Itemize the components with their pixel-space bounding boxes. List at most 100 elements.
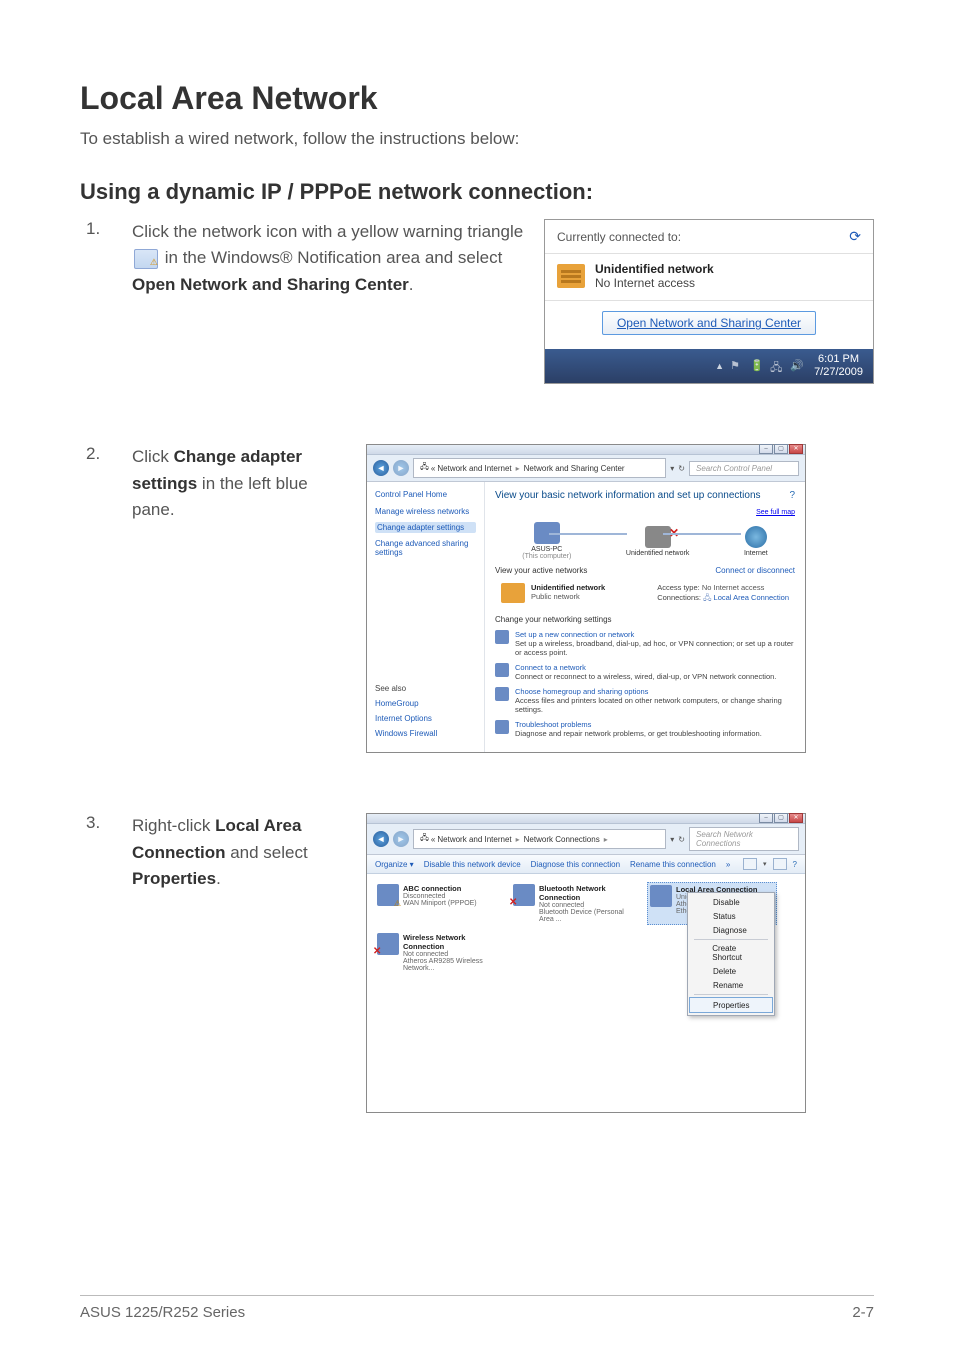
flyout-header: Currently connected to: ⟳ — [545, 220, 873, 254]
map-node-internet: Internet — [744, 526, 768, 557]
help-icon[interactable]: ? — [789, 490, 795, 501]
change-advanced-sharing-link[interactable]: Change advanced sharing settings — [375, 539, 476, 557]
forward-button[interactable]: ► — [393, 460, 409, 476]
menu-create-shortcut[interactable]: Create Shortcut — [690, 942, 772, 964]
chevron-right-icon: ▸ — [516, 835, 520, 844]
step-2-text: Click Change adapter settings in the lef… — [132, 444, 352, 523]
search-input[interactable]: Search Network Connections — [689, 827, 799, 851]
flag-icon[interactable]: ⚑ — [730, 359, 744, 373]
main-pane: View your basic network information and … — [485, 482, 805, 752]
delete-icon — [698, 966, 708, 976]
see-full-map-link[interactable]: See full map — [756, 509, 795, 516]
close-button[interactable]: ✕ — [789, 444, 803, 454]
setup-connection-link[interactable]: Set up a new connection or networkSet up… — [495, 630, 795, 657]
window-titlebar: – ▢ ✕ — [367, 814, 805, 824]
window-titlebar: – ▢ ✕ — [367, 445, 805, 455]
map-node-pc: ASUS-PC (This computer) — [522, 522, 571, 560]
step-number: 2. — [80, 444, 112, 464]
network-icon: 🖧 — [420, 832, 429, 846]
preview-icon[interactable] — [773, 858, 787, 870]
connection-abc[interactable]: ⚠ ABC connectionDisconnectedWAN Miniport… — [375, 882, 505, 925]
menu-diagnose[interactable]: Diagnose — [690, 923, 772, 937]
rename-button[interactable]: Rename this connection — [630, 860, 716, 869]
open-network-sharing-link[interactable]: Open Network and Sharing Center — [602, 311, 816, 335]
homegroup-icon — [495, 687, 509, 701]
page-title: Local Area Network — [80, 80, 874, 117]
disable-device-button[interactable]: Disable this network device — [424, 860, 521, 869]
network-map: ✕ ASUS-PC (This computer) Unidentified n… — [495, 522, 795, 560]
menu-separator — [694, 939, 768, 940]
power-icon[interactable]: 🔋 — [750, 359, 764, 373]
footer-product: ASUS 1225/R252 Series — [80, 1304, 245, 1321]
globe-icon — [745, 526, 767, 548]
minimize-button[interactable]: – — [759, 444, 773, 454]
volume-icon[interactable]: 🔊 — [790, 359, 804, 373]
internet-options-link[interactable]: Internet Options — [375, 714, 476, 723]
back-button[interactable]: ◄ — [373, 831, 389, 847]
address-bar-row: ◄ ► 🖧 « Network and Internet ▸ Network a… — [367, 455, 805, 482]
step-1-text: Click the network icon with a yellow war… — [132, 219, 530, 298]
network-flyout-screenshot: Currently connected to: ⟳ Unidentified n… — [544, 219, 874, 384]
tray-arrow-icon[interactable]: ▲ — [715, 361, 724, 371]
step-3-text: Right-click Local Area Connection and se… — [132, 813, 352, 892]
connect-disconnect-link[interactable]: Connect or disconnect — [715, 566, 795, 575]
menu-properties[interactable]: Properties — [689, 997, 773, 1013]
maximize-button[interactable]: ▢ — [774, 813, 788, 823]
connection-icon: ⚠ — [377, 884, 399, 906]
connection-icon — [650, 885, 672, 907]
menu-status[interactable]: Status — [690, 909, 772, 923]
connect-network-link[interactable]: Connect to a networkConnect or reconnect… — [495, 663, 795, 681]
forward-button[interactable]: ► — [393, 831, 409, 847]
network-node-icon — [645, 526, 671, 548]
map-node-unidentified: Unidentified network — [626, 526, 689, 557]
windows-firewall-link[interactable]: Windows Firewall — [375, 729, 476, 738]
connection-bluetooth[interactable]: ✕ Bluetooth Network ConnectionNot connec… — [511, 882, 641, 925]
see-also-label: See also — [375, 684, 476, 693]
network-tray-icon[interactable]: 🖧 — [770, 359, 784, 373]
change-adapter-settings-link[interactable]: Change adapter settings — [375, 522, 476, 533]
homegroup-options-link[interactable]: Choose homegroup and sharing optionsAcce… — [495, 687, 795, 714]
flyout-network-status: No Internet access — [595, 276, 695, 290]
diagnose-button[interactable]: Diagnose this connection — [531, 860, 620, 869]
menu-disable[interactable]: Disable — [690, 895, 772, 909]
flyout-network-name: Unidentified network — [595, 262, 714, 276]
close-button[interactable]: ✕ — [789, 813, 803, 823]
back-button[interactable]: ◄ — [373, 460, 389, 476]
section-subtitle: Using a dynamic IP / PPPoE network conne… — [80, 179, 874, 205]
organize-menu[interactable]: Organize ▾ — [375, 860, 414, 869]
menu-delete[interactable]: Delete — [690, 964, 772, 978]
help-icon[interactable]: ? — [793, 860, 797, 869]
view-icon[interactable] — [743, 858, 757, 870]
maximize-button[interactable]: ▢ — [774, 444, 788, 454]
network-warning-icon — [134, 249, 158, 269]
more-button[interactable]: » — [726, 860, 730, 869]
intro-text: To establish a wired network, follow the… — [80, 129, 874, 149]
network-connections-screenshot: – ▢ ✕ ◄ ► 🖧 « Network and Internet ▸ Net… — [366, 813, 806, 1113]
local-area-connection-link[interactable]: Local Area Connection — [714, 593, 789, 602]
control-panel-home-link[interactable]: Control Panel Home — [375, 490, 476, 499]
active-network-item: Unidentified network Public network Acce… — [495, 579, 795, 609]
breadcrumb[interactable]: 🖧 « Network and Internet ▸ Network Conne… — [413, 829, 666, 849]
step-number: 3. — [80, 813, 112, 833]
change-settings-header: Change your networking settings — [495, 615, 612, 624]
step-1: 1. Click the network icon with a yellow … — [80, 219, 874, 384]
refresh-icon[interactable]: ⟳ — [849, 228, 861, 245]
connection-wireless[interactable]: ✕ Wireless Network ConnectionNot connect… — [375, 931, 505, 974]
menu-rename[interactable]: Rename — [690, 978, 772, 992]
network-sharing-center-screenshot: – ▢ ✕ ◄ ► 🖧 « Network and Internet ▸ Net… — [366, 444, 806, 753]
minimize-button[interactable]: – — [759, 813, 773, 823]
connect-icon — [495, 663, 509, 677]
breadcrumb[interactable]: 🖧 « Network and Internet ▸ Network and S… — [413, 458, 666, 478]
connection-icon — [495, 630, 509, 644]
chevron-right-icon: ▸ — [604, 835, 608, 844]
manage-wireless-link[interactable]: Manage wireless networks — [375, 507, 476, 516]
search-input[interactable]: Search Control Panel — [689, 461, 799, 476]
left-pane: Control Panel Home Manage wireless netwo… — [367, 482, 485, 752]
tray-clock[interactable]: 6:01 PM 7/27/2009 — [814, 353, 863, 379]
footer-page-number: 2-7 — [852, 1304, 874, 1321]
troubleshoot-link[interactable]: Troubleshoot problemsDiagnose and repair… — [495, 720, 795, 738]
bench-icon — [557, 264, 585, 288]
disable-icon — [698, 897, 708, 907]
address-bar-row: ◄ ► 🖧 « Network and Internet ▸ Network C… — [367, 824, 805, 855]
homegroup-link[interactable]: HomeGroup — [375, 699, 476, 708]
